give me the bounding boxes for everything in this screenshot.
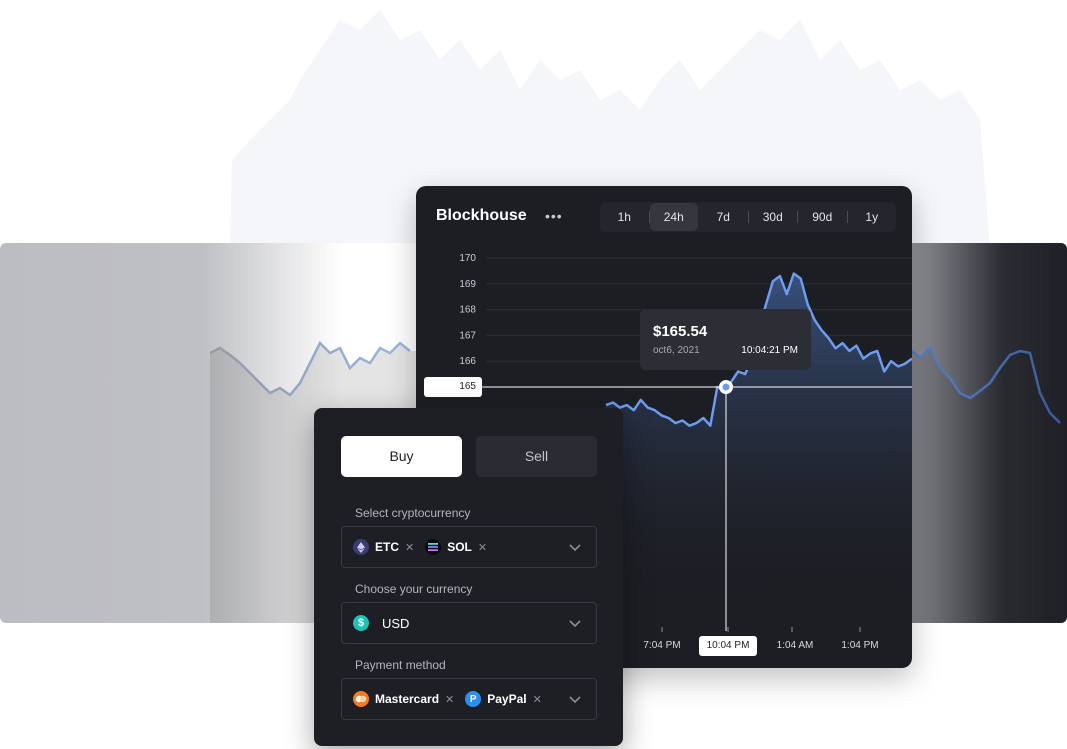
x-tick-label: 7:04 PM xyxy=(643,640,681,651)
y-tick-label: 170 xyxy=(459,253,476,264)
ethereum-icon xyxy=(353,539,369,555)
remove-chip-icon[interactable]: ✕ xyxy=(478,541,487,554)
solana-icon xyxy=(425,539,442,555)
buy-button[interactable]: Buy xyxy=(341,436,462,477)
tooltip-price: $165.54 xyxy=(653,323,708,340)
remove-chip-icon[interactable]: ✕ xyxy=(533,693,542,706)
price-tooltip: $165.54 oct6, 2021 10:04:21 PM xyxy=(640,309,811,370)
dollar-icon: $ xyxy=(353,615,369,631)
y-tick-label: 167 xyxy=(459,330,476,341)
remove-chip-icon[interactable]: ✕ xyxy=(405,541,414,554)
crypto-chip-sol: SOL ✕ xyxy=(425,539,487,555)
y-tick-label: 169 xyxy=(459,279,476,290)
chevron-down-icon[interactable] xyxy=(568,616,582,630)
x-tick-label-selected[interactable]: 10:04 PM xyxy=(699,636,757,656)
mastercard-icon xyxy=(353,691,369,707)
chevron-down-icon[interactable] xyxy=(568,540,582,554)
sell-button[interactable]: Sell xyxy=(476,436,597,477)
y-tick-label: 166 xyxy=(459,356,476,367)
payment-chip-paypal: P PayPal ✕ xyxy=(465,691,542,707)
crypto-select[interactable]: ETC ✕ SOL ✕ xyxy=(341,526,597,568)
trade-panel: Buy Sell Select cryptocurrency ETC ✕ SOL… xyxy=(314,408,623,746)
currency-value: USD xyxy=(382,615,410,631)
chart-title: Blockhouse xyxy=(436,207,527,224)
current-value-label: 165 xyxy=(459,381,476,392)
tab-24h[interactable]: 24h xyxy=(649,203,699,231)
x-tick-label: 1:04 AM xyxy=(776,640,814,651)
currency-select-label: Choose your currency xyxy=(355,582,473,596)
x-tick-label: 1:04 PM xyxy=(841,640,879,651)
chip-label: PayPal xyxy=(487,692,527,706)
chip-label: SOL xyxy=(447,540,472,554)
tab-1h[interactable]: 1h xyxy=(600,203,649,231)
more-options-icon[interactable]: ••• xyxy=(545,208,563,224)
y-tick-label: 168 xyxy=(459,305,476,316)
tab-30d[interactable]: 30d xyxy=(749,203,798,231)
tooltip-date: oct6, 2021 xyxy=(653,345,700,356)
remove-chip-icon[interactable]: ✕ xyxy=(445,693,454,706)
payment-chip-mastercard: Mastercard ✕ xyxy=(353,691,454,707)
chevron-down-icon[interactable] xyxy=(568,692,582,706)
chip-label: Mastercard xyxy=(375,692,440,706)
tab-7d[interactable]: 7d xyxy=(699,203,748,231)
tab-90d[interactable]: 90d xyxy=(798,203,847,231)
highlight-point-inner xyxy=(722,383,730,391)
crypto-select-label: Select cryptocurrency xyxy=(355,506,471,520)
time-range-tabs: 1h 24h 7d 30d 90d 1y xyxy=(600,202,896,232)
tab-1y[interactable]: 1y xyxy=(848,203,897,231)
payment-select[interactable]: Mastercard ✕ P PayPal ✕ xyxy=(341,678,597,720)
crypto-chip-etc: ETC ✕ xyxy=(353,539,414,555)
currency-select[interactable]: $ USD xyxy=(341,602,597,644)
paypal-icon: P xyxy=(465,691,482,707)
payment-select-label: Payment method xyxy=(355,658,446,672)
tooltip-time: 10:04:21 PM xyxy=(741,345,798,356)
chip-label: ETC xyxy=(375,540,399,554)
current-value-marker: 165 xyxy=(424,377,482,397)
